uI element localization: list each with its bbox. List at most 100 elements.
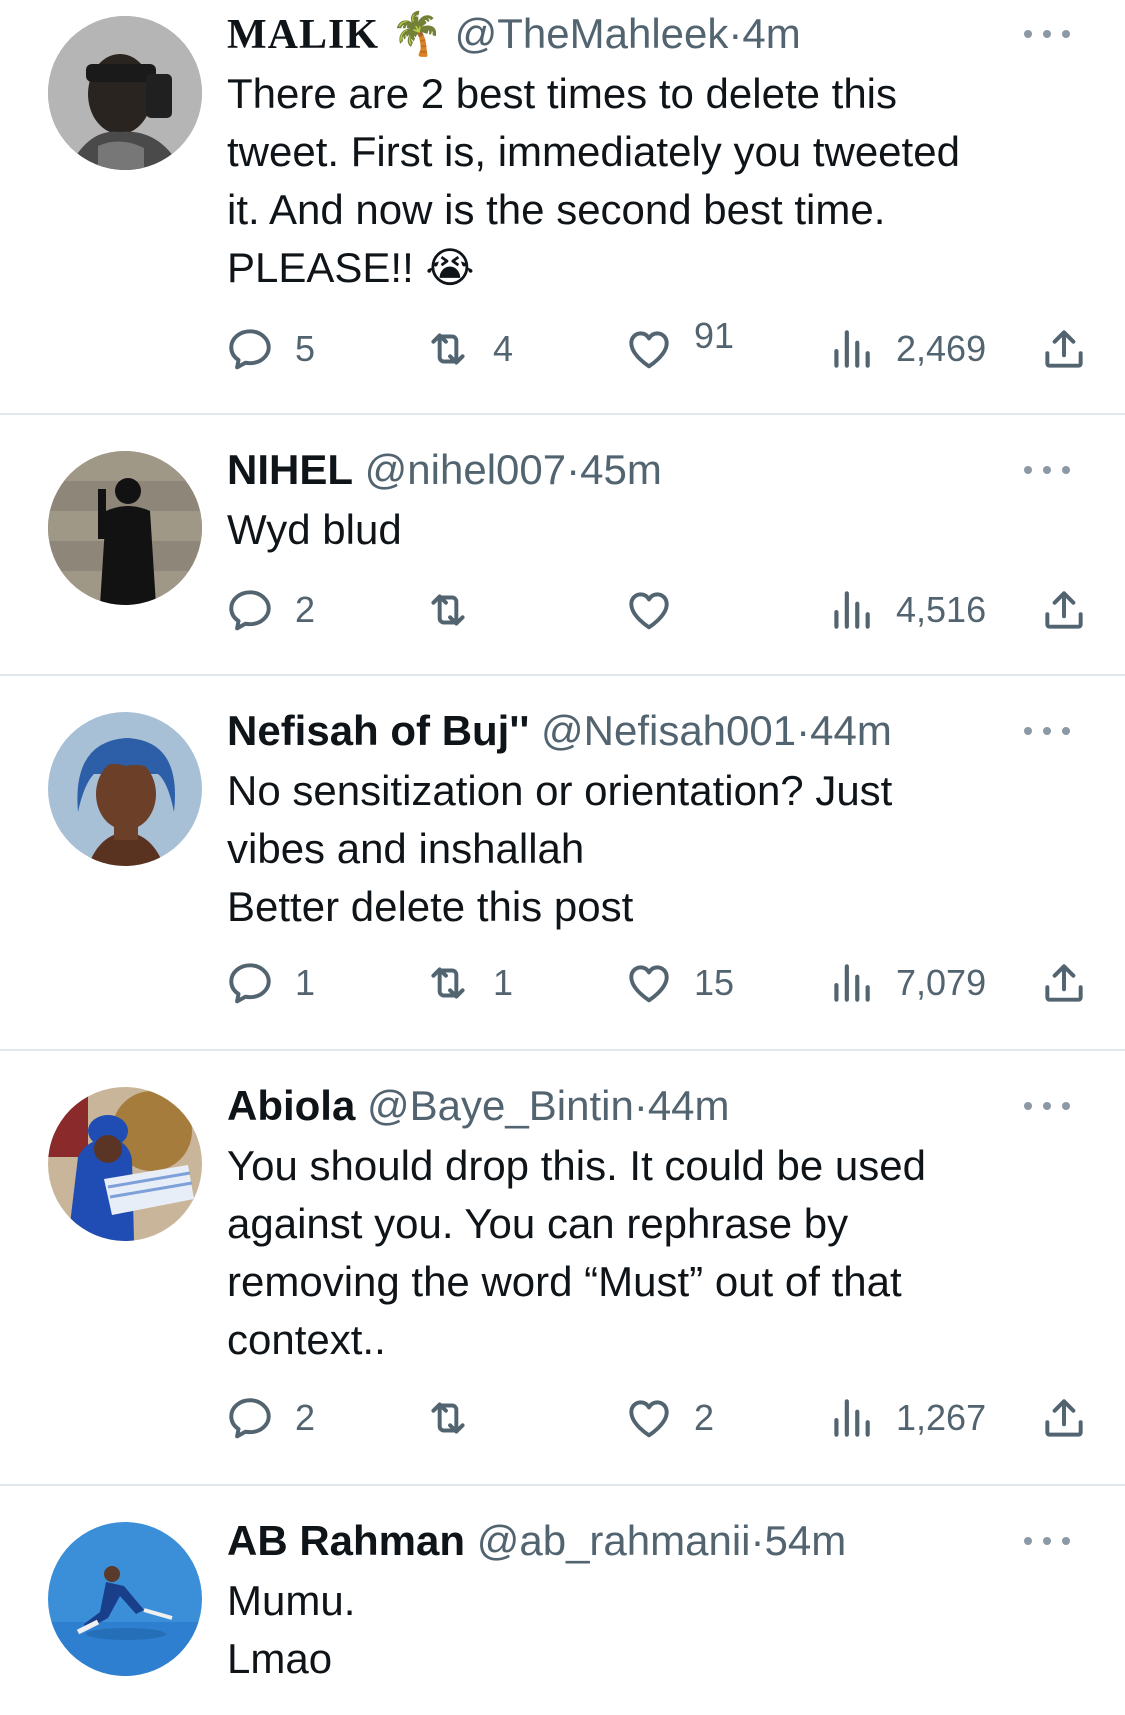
heart-icon xyxy=(629,1400,669,1438)
tweet-header: MALIK 🌴 @TheMahleek·4m xyxy=(227,8,1035,60)
reply-icon xyxy=(229,963,271,1004)
like-button[interactable]: 91 xyxy=(624,315,734,374)
timestamp[interactable]: 54m xyxy=(765,1517,847,1564)
retweet-button[interactable]: 4 xyxy=(423,324,513,374)
action-bar: 5 4 91 2,469 xyxy=(0,315,1125,374)
views-icon xyxy=(834,1399,870,1437)
reply-button[interactable]: 2 xyxy=(225,585,315,635)
heart-icon xyxy=(629,592,669,630)
like-count: 15 xyxy=(694,962,735,1003)
share-button[interactable] xyxy=(1039,585,1089,635)
avatar[interactable] xyxy=(48,16,202,170)
avatar[interactable] xyxy=(48,451,202,605)
reply-count: 2 xyxy=(295,589,316,630)
tweet-item[interactable]: MALIK 🌴 @TheMahleek·4m There are 2 best … xyxy=(0,0,1125,415)
action-bar: 1 1 15 7,079 xyxy=(0,958,1125,1008)
action-bar: 2 4,516 xyxy=(0,585,1125,635)
tweet-text: No sensitization or orientation? Just vi… xyxy=(227,767,893,930)
reply-button[interactable]: 5 xyxy=(225,324,315,374)
separator-dot: · xyxy=(750,1517,765,1564)
action-bar: 2 2 1,267 xyxy=(0,1393,1125,1443)
retweet-count: 1 xyxy=(493,962,514,1003)
retweet-button[interactable] xyxy=(423,1393,493,1443)
display-name[interactable]: Nefisah of Buj'' xyxy=(227,707,529,754)
more-icon[interactable] xyxy=(1024,711,1070,751)
more-icon[interactable] xyxy=(1024,1521,1070,1561)
share-button[interactable] xyxy=(1039,324,1089,374)
avatar[interactable] xyxy=(48,712,202,866)
tweet-text: You should drop this. It could be used a… xyxy=(227,1142,926,1363)
tweet-item[interactable]: Abiola @Baye_Bintin·44m You should drop … xyxy=(0,1051,1125,1486)
like-button[interactable]: 2 xyxy=(624,1393,714,1443)
views-count: 7,079 xyxy=(896,962,987,1003)
more-icon[interactable] xyxy=(1024,14,1070,54)
share-icon xyxy=(1045,330,1083,368)
retweet-button[interactable] xyxy=(423,585,493,635)
share-icon xyxy=(1045,591,1083,629)
like-count: 2 xyxy=(694,1397,715,1438)
like-button[interactable] xyxy=(624,585,694,635)
separator-dot: · xyxy=(633,1082,648,1129)
user-handle[interactable]: @TheMahleek xyxy=(455,10,729,57)
reply-count: 1 xyxy=(295,962,316,1003)
views-icon xyxy=(834,330,870,368)
tweet-header: Nefisah of Buj'' @Nefisah001·44m xyxy=(227,705,1035,757)
tweet-text: There are 2 best times to delete this tw… xyxy=(227,70,960,291)
views-button[interactable]: 4,516 xyxy=(826,585,986,635)
user-handle[interactable]: @Baye_Bintin xyxy=(367,1082,634,1129)
heart-icon xyxy=(629,331,669,369)
display-name[interactable]: Abiola xyxy=(227,1082,355,1129)
tweet-text: Wyd blud xyxy=(227,506,402,553)
reply-icon xyxy=(229,329,271,370)
tweet-item[interactable]: NIHEL @nihel007·45m Wyd blud 2 4,516 xyxy=(0,415,1125,676)
tweet-header: AB Rahman @ab_rahmanii·54m xyxy=(227,1515,1035,1567)
share-button[interactable] xyxy=(1039,958,1089,1008)
retweet-count: 4 xyxy=(493,328,514,369)
display-name[interactable]: NIHEL xyxy=(227,446,353,493)
separator-dot: · xyxy=(728,10,743,57)
like-count: 91 xyxy=(694,315,735,356)
share-icon xyxy=(1045,1399,1083,1437)
timestamp[interactable]: 4m xyxy=(742,10,800,57)
timestamp[interactable]: 44m xyxy=(810,707,892,754)
views-button[interactable]: 1,267 xyxy=(826,1393,986,1443)
views-count: 1,267 xyxy=(896,1397,987,1438)
timestamp[interactable]: 44m xyxy=(648,1082,730,1129)
separator-dot: · xyxy=(566,446,581,493)
palm-tree-emoji: 🌴 xyxy=(390,10,443,57)
views-button[interactable]: 2,469 xyxy=(826,324,986,374)
more-icon[interactable] xyxy=(1024,450,1070,490)
retweet-icon xyxy=(431,594,465,626)
heart-icon xyxy=(629,965,669,1003)
display-name[interactable]: MALIK xyxy=(227,12,379,58)
reply-button[interactable]: 1 xyxy=(225,958,315,1008)
views-icon xyxy=(834,591,870,629)
share-button[interactable] xyxy=(1039,1393,1089,1443)
tweet-item[interactable]: Nefisah of Buj'' @Nefisah001·44m No sens… xyxy=(0,676,1125,1051)
user-handle[interactable]: @Nefisah001 xyxy=(541,707,796,754)
like-button[interactable]: 15 xyxy=(624,958,734,1008)
retweet-icon xyxy=(431,1402,465,1434)
reply-button[interactable]: 2 xyxy=(225,1393,315,1443)
retweet-button[interactable]: 1 xyxy=(423,958,513,1008)
views-icon xyxy=(834,964,870,1002)
views-count: 4,516 xyxy=(896,589,987,630)
more-icon[interactable] xyxy=(1024,1086,1070,1126)
avatar[interactable] xyxy=(48,1087,202,1241)
share-icon xyxy=(1045,964,1083,1002)
views-count: 2,469 xyxy=(896,328,987,369)
tweet-item[interactable]: AB Rahman @ab_rahmanii·54m Mumu. Lmao xyxy=(0,1486,1125,1715)
avatar[interactable] xyxy=(48,1522,202,1676)
retweet-icon xyxy=(431,967,465,999)
tweet-text: Mumu. Lmao xyxy=(227,1577,356,1682)
retweet-icon xyxy=(431,333,465,365)
user-handle[interactable]: @ab_rahmanii xyxy=(477,1517,751,1564)
display-name[interactable]: AB Rahman xyxy=(227,1517,465,1564)
reply-icon xyxy=(229,1398,271,1439)
timestamp[interactable]: 45m xyxy=(580,446,662,493)
reply-count: 5 xyxy=(295,328,316,369)
views-button[interactable]: 7,079 xyxy=(826,958,986,1008)
tweet-header: NIHEL @nihel007·45m xyxy=(227,444,1035,496)
tweet-header: Abiola @Baye_Bintin·44m xyxy=(227,1080,1035,1132)
user-handle[interactable]: @nihel007 xyxy=(365,446,566,493)
